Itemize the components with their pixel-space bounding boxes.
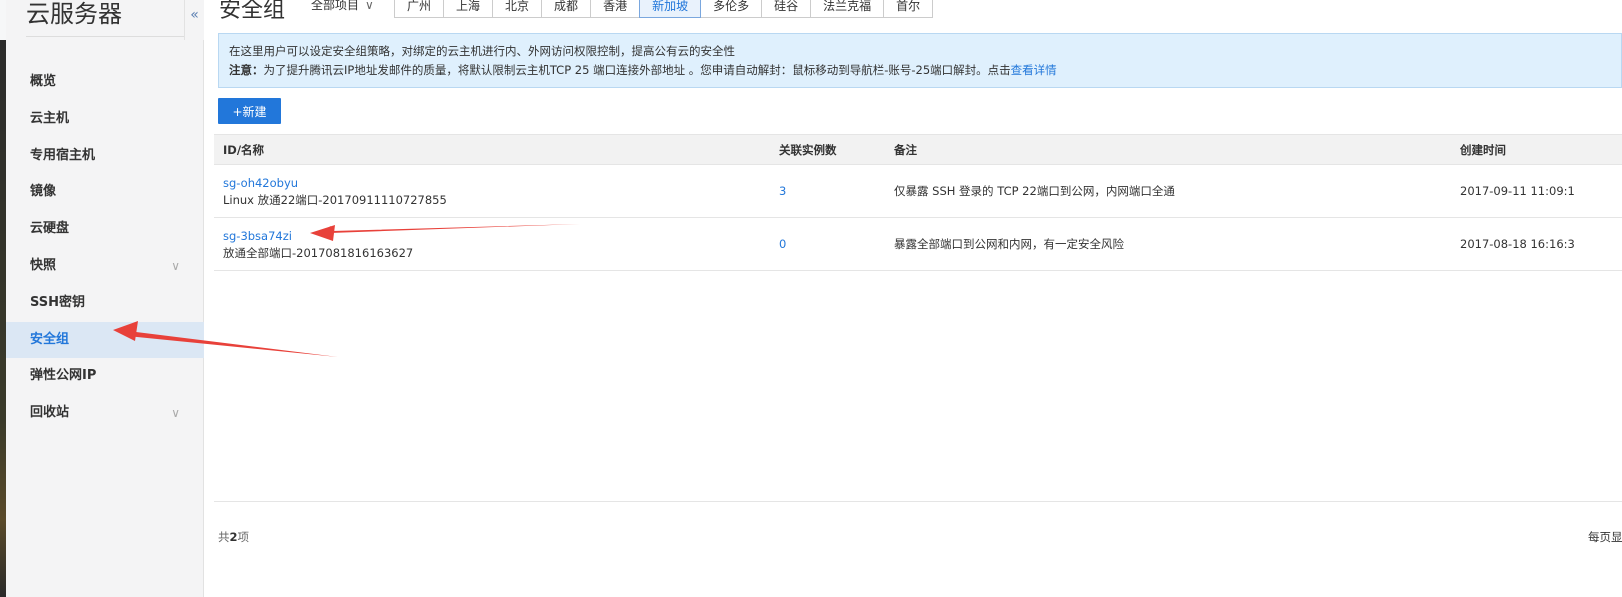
main-content: 安全组 全部项目 ∨ 广州 上海 北京 成都 香港 新加坡 多伦多 硅谷 法兰克福…	[205, 0, 1622, 597]
region-tab-chengdu[interactable]: 成都	[541, 0, 592, 18]
region-tab-guangzhou[interactable]: 广州	[394, 0, 445, 18]
region-tab-shanghai[interactable]: 上海	[443, 0, 494, 18]
total-prefix: 共	[218, 530, 230, 544]
id-name-cell: sg-3bsa74zi 放通全部端口-2017081816163627	[214, 218, 779, 270]
region-tabs: 广州 上海 北京 成都 香港 新加坡 多伦多 硅谷 法兰克福 首尔	[394, 0, 934, 18]
region-tab-singapore[interactable]: 新加坡	[639, 0, 702, 18]
sidebar-item-label: 专用宿主机	[30, 147, 96, 163]
column-header-instance-count: 关联实例数	[779, 143, 837, 157]
table-row: sg-oh42obyu Linux 放通22端口-201709111107278…	[214, 165, 1622, 218]
instance-count-cell: 3	[779, 165, 894, 217]
page-title: 安全组	[219, 0, 286, 23]
region-tab-toronto[interactable]: 多伦多	[700, 0, 763, 18]
sidebar-title: 云服务器	[26, 0, 122, 28]
sidebar-item-label: 云硬盘	[30, 221, 70, 237]
region-tab-hongkong[interactable]: 香港	[590, 0, 641, 18]
security-group-name: Linux 放通22端口-20170911110727855	[223, 193, 447, 207]
notice-warning-text: 为了提升腾讯云IP地址发邮件的质量，将默认限制云主机TCP 25 端口连接外部地…	[263, 63, 1011, 77]
sidebar-item-label: 安全组	[30, 331, 70, 347]
notice-warning-label: 注意：	[229, 63, 264, 77]
sidebar-item-overview[interactable]: 概览	[6, 64, 204, 101]
sidebar-item-ssh-keys[interactable]: SSH密钥	[6, 285, 204, 322]
info-notice: 在这里用户可以设定安全组策略，对绑定的云主机进行内、外网访问权限控制，提高公有云…	[218, 33, 1622, 88]
remark-cell: 暴露全部端口到公网和内网，有一定安全风险	[894, 237, 1124, 251]
instance-count-link[interactable]: 0	[779, 237, 786, 251]
security-group-id-link[interactable]: sg-oh42obyu	[223, 175, 779, 192]
per-page-label: 每页显	[1588, 530, 1622, 544]
security-group-name: 放通全部端口-2017081816163627	[223, 246, 414, 260]
sidebar-item-label: 快照	[30, 257, 57, 273]
column-header-remark: 备注	[894, 143, 917, 157]
column-header-id-name: ID/名称	[223, 143, 265, 157]
total-number: 2	[229, 530, 238, 544]
sidebar-item-images[interactable]: 镜像	[6, 174, 204, 211]
sidebar-item-cloud-disk[interactable]: 云硬盘	[6, 211, 204, 248]
notice-line-1: 在这里用户可以设定安全组策略，对绑定的云主机进行内、外网访问权限控制，提高公有云…	[229, 44, 735, 58]
pagination-divider	[214, 501, 1622, 502]
created-time-cell: 2017-08-18 16:16:3	[1460, 237, 1575, 251]
total-suffix: 项	[237, 530, 250, 544]
sidebar-item-cvm[interactable]: 云主机	[6, 101, 204, 138]
sidebar-item-label: 回收站	[30, 405, 70, 421]
region-tab-beijing[interactable]: 北京	[492, 0, 543, 18]
table-header: ID/名称 关联实例数 备注 创建时间	[214, 135, 1622, 165]
sidebar-divider	[26, 36, 184, 37]
sidebar-item-label: 概览	[30, 74, 57, 89]
security-group-id-link[interactable]: sg-3bsa74zi	[223, 228, 779, 245]
sidebar-item-elastic-ip[interactable]: 弹性公网IP	[6, 358, 204, 395]
sidebar-item-label: 镜像	[30, 184, 57, 200]
sidebar-item-label: SSH密钥	[30, 294, 86, 310]
id-name-cell: sg-oh42obyu Linux 放通22端口-201709111107278…	[214, 165, 779, 217]
screen: 云服务器 概览 云主机 专用宿主机 镜像 云硬盘 快照 ∨ SSH密钥 安全组 弹…	[0, 0, 1622, 597]
region-tab-frankfurt[interactable]: 法兰克福	[810, 0, 885, 18]
chevron-down-icon[interactable]: ∨	[171, 248, 180, 285]
view-details-link[interactable]: 查看详情	[1011, 63, 1057, 77]
instance-count-link[interactable]: 3	[779, 184, 786, 198]
collapse-sidebar-icon[interactable]: «	[184, 0, 204, 40]
chevron-down-icon: ∨	[365, 0, 374, 12]
sidebar-nav: 概览 云主机 专用宿主机 镜像 云硬盘 快照 ∨ SSH密钥 安全组 弹性公网IP…	[6, 64, 204, 432]
remark-cell: 仅暴露 SSH 登录的 TCP 22端口到公网，内网端口全通	[894, 184, 1175, 198]
sidebar-item-label: 弹性公网IP	[30, 368, 97, 384]
project-select[interactable]: 全部项目 ∨	[311, 0, 374, 20]
created-time-cell: 2017-09-11 11:09:1	[1460, 184, 1575, 198]
sidebar-item-recycle-bin[interactable]: 回收站 ∨	[6, 395, 204, 432]
sidebar-item-security-group[interactable]: 安全组	[6, 321, 204, 359]
table-row: sg-3bsa74zi 放通全部端口-2017081816163627 0 暴露…	[214, 218, 1622, 271]
region-tab-silicon-valley[interactable]: 硅谷	[761, 0, 812, 18]
sidebar-item-snapshot[interactable]: 快照 ∨	[6, 248, 204, 285]
chevron-down-icon[interactable]: ∨	[171, 395, 180, 432]
column-header-created-time: 创建时间	[1460, 143, 1506, 157]
sidebar-item-dedicated-host[interactable]: 专用宿主机	[6, 138, 204, 175]
region-tab-seoul[interactable]: 首尔	[883, 0, 934, 18]
project-select-label: 全部项目	[311, 0, 360, 12]
instance-count-cell: 0	[779, 218, 894, 270]
sidebar-item-label: 云主机	[30, 110, 70, 126]
new-security-group-button[interactable]: +新建	[218, 98, 281, 124]
notice-line-2: 注意：为了提升腾讯云IP地址发邮件的质量，将默认限制云主机TCP 25 端口连接…	[229, 61, 1611, 80]
sidebar: 云服务器 概览 云主机 专用宿主机 镜像 云硬盘 快照 ∨ SSH密钥 安全组 弹…	[6, 0, 204, 597]
security-group-table: ID/名称 关联实例数 备注 创建时间 sg-oh42obyu Linux 放通…	[214, 134, 1622, 271]
total-count: 共2项	[218, 529, 249, 545]
